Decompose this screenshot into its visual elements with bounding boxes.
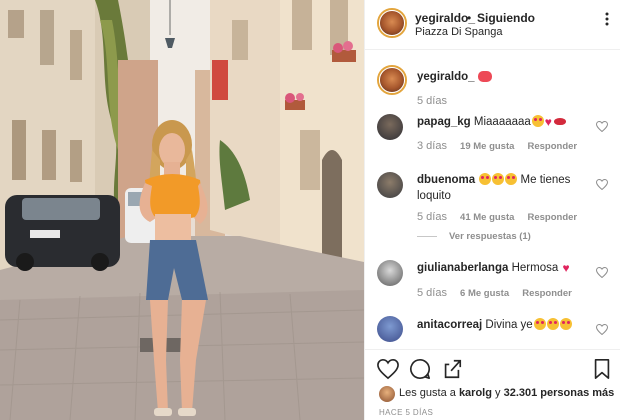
heart-eyes-emoji-icon [559,318,572,330]
replies-divider [417,235,437,237]
comment-likes[interactable]: 6 Me gusta [460,288,509,299]
comment-time: 5 días [417,287,447,299]
reply-button[interactable]: Responder [527,141,577,152]
heart-eyes-emoji-icon [505,173,518,185]
heart-eyes-emoji-icon [533,318,546,330]
comment-meta: 3 días 19 Me gusta Responder [417,140,577,152]
comment-row: anitacorreaj Divina ye [417,317,572,333]
liker-avatar[interactable] [379,386,395,402]
author-avatar[interactable] [377,8,407,38]
likes-count[interactable]: 32.301 personas más [504,387,615,399]
bookmark-icon[interactable] [591,358,613,380]
red-heart-emoji-icon: ♥ [544,115,552,129]
comment-username[interactable]: giulianaberlanga [417,262,508,274]
comment-likes[interactable]: 41 Me gusta [460,212,514,223]
heart-eyes-emoji-icon [546,318,559,330]
comment-avatar[interactable] [377,260,403,286]
reply-button[interactable]: Responder [522,288,572,299]
like-comment-heart-icon[interactable] [596,267,608,278]
comment-username[interactable]: papag_kg [417,116,471,128]
location-link[interactable]: Piazza Di Spanga [415,26,502,38]
comment-time: 3 días [417,140,447,152]
header-separator: • [467,11,472,25]
view-replies-label: Ver respuestas (1) [449,231,531,242]
follow-status-button[interactable]: Siguiendo [477,11,535,25]
comment-username[interactable]: dbuenoma [417,174,475,186]
share-icon[interactable] [441,358,463,380]
comment-time: 5 días [417,211,447,223]
likes-summary[interactable]: Les gusta a karolg y 32.301 personas más [399,387,614,399]
post-timestamp: HACE 5 DÍAS [379,408,434,417]
heart-eyes-emoji-icon [492,173,505,185]
like-comment-heart-icon[interactable] [596,324,608,335]
like-comment-heart-icon[interactable] [596,179,608,190]
street-photo [0,0,364,420]
red-heart-emoji-icon: ♥ [562,261,570,275]
heart-eyes-emoji-icon [531,115,544,127]
comment-avatar[interactable] [377,172,403,198]
kiss-lips-emoji-icon [553,118,566,125]
post-header: yegiraldo_ • Siguiendo Piazza Di Spanga [365,0,620,50]
reply-button[interactable]: Responder [527,212,577,223]
comment-avatar[interactable] [377,114,403,140]
caption-author-avatar[interactable] [377,65,407,95]
more-options-icon[interactable] [601,12,613,26]
heart-eyes-emoji-icon [479,173,492,185]
comment-row: dbuenoma Me tienes loquito [417,172,587,204]
comment-meta: 5 días 6 Me gusta Responder [417,287,572,299]
comment-text: Divina ye [485,319,533,331]
comment-bubble-icon[interactable] [409,358,431,380]
caption-time: 5 días [417,95,447,107]
post-photo[interactable] [0,0,364,420]
likes-connector: y [495,387,501,399]
caption-emoji-icon [478,71,492,82]
comment-avatar[interactable] [377,316,403,342]
caption-username[interactable]: yegiraldo_ [417,69,475,85]
liker-username[interactable]: karolg [459,387,492,399]
comment-text: Hermosa [511,262,559,274]
comment-row: papag_kg Miaaaaaaa ♥ [417,114,566,130]
like-heart-icon[interactable] [377,358,399,380]
view-replies-button[interactable]: Ver respuestas (1) [417,231,531,242]
like-comment-heart-icon[interactable] [596,121,608,132]
comment-username[interactable]: anitacorreaj [417,319,482,331]
comment-row: giulianaberlanga Hermosa ♥ [417,260,570,276]
comment-text: Miaaaaaaa [473,116,531,128]
likes-prefix: Les gusta a [399,387,456,399]
comments-list[interactable]: yegiraldo_ 5 días papag_kg Miaaaaaaa ♥ 3 … [365,51,620,348]
post-side-panel: yegiraldo_ • Siguiendo Piazza Di Spanga … [364,0,620,420]
comment-meta: 5 días 41 Me gusta Responder [417,211,577,223]
comment-likes[interactable]: 19 Me gusta [460,141,514,152]
